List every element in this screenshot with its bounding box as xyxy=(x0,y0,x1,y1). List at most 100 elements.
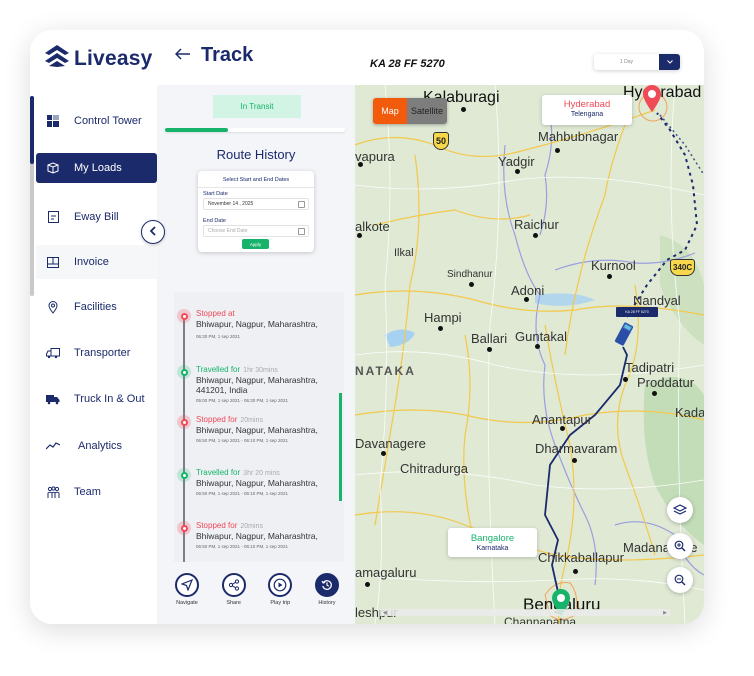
control-tower-icon xyxy=(46,114,60,128)
sidebar-item-label: Control Tower xyxy=(74,115,142,127)
city-dot xyxy=(358,162,363,167)
map-type-toggle: Map Satellite xyxy=(373,98,447,124)
status-badge: In Transit xyxy=(213,95,301,118)
origin-info-card[interactable]: Hyderabad Telengana xyxy=(542,95,632,125)
event-type: Stopped for xyxy=(196,415,238,424)
end-date-field[interactable]: Choose End Date xyxy=(203,225,309,237)
calendar-icon[interactable] xyxy=(298,201,305,208)
map-label-raichur: Raichur xyxy=(514,217,559,232)
truck-tag: KA 28 FF 5270 xyxy=(616,307,658,317)
sidebar-item-label: Team xyxy=(74,486,101,498)
scroll-right-icon[interactable]: ▶ xyxy=(663,610,667,616)
sidebar-item-my-loads[interactable]: My Loads xyxy=(36,153,157,183)
start-date-value: November 14 , 2025 xyxy=(208,201,254,207)
zoom-out-icon xyxy=(674,574,686,586)
map-label-dharmavaram: Dharmavaram xyxy=(535,441,618,456)
action-label: History xyxy=(318,600,336,606)
city-dot xyxy=(357,233,362,238)
play-trip-button[interactable]: Play trip xyxy=(260,573,300,606)
timeline-scrollbar[interactable] xyxy=(339,393,342,501)
scroll-left-icon[interactable]: ◀ xyxy=(383,610,387,616)
share-button[interactable]: Share xyxy=(214,573,254,606)
event-duration: 20mins xyxy=(240,417,263,424)
vehicle-number: KA 28 FF 5270 xyxy=(370,58,445,70)
sidebar-item-label: Analytics xyxy=(78,440,123,452)
chevron-left-icon xyxy=(149,223,157,241)
action-label: Navigate xyxy=(176,600,198,606)
sidebar-item-team[interactable]: Team xyxy=(36,477,157,507)
map-type-map[interactable]: Map xyxy=(373,98,407,124)
sidebar-item-label: Facilities xyxy=(74,301,117,313)
map-label-alkote: alkote xyxy=(355,219,390,234)
city-dot xyxy=(573,569,578,574)
map-label-kurnool: Kurnool xyxy=(591,258,636,273)
truck-outline-icon xyxy=(46,346,60,360)
box-icon xyxy=(46,161,60,175)
layers-icon xyxy=(673,504,687,515)
sidebar-item-transporter[interactable]: Transporter xyxy=(36,338,157,368)
map-label-anantapur: Anantapur xyxy=(532,412,592,427)
truck-icon xyxy=(46,392,60,406)
end-date-label: End Date xyxy=(203,218,226,224)
map-type-satellite[interactable]: Satellite xyxy=(407,98,447,124)
navigate-button[interactable]: Navigate xyxy=(167,573,207,606)
highway-shield-50: 50 xyxy=(433,132,450,150)
app-window: Liveasy Control Tower My Loads Eway Bill xyxy=(30,30,704,624)
zoom-in-button[interactable] xyxy=(667,533,693,559)
event-address: Bhiwapur, Nagpur, Maharashtra, xyxy=(196,478,318,488)
event-duration: 3hr 20 mins xyxy=(243,470,280,477)
event-time: 06:30 PM, 1 sep 2021 xyxy=(196,334,241,339)
end-date-placeholder: Choose End Date xyxy=(208,228,248,234)
sidebar-item-invoice[interactable]: Invoice xyxy=(36,245,157,279)
back-button[interactable] xyxy=(174,47,191,65)
event-address: Bhiwapur, Nagpur, Maharashtra, xyxy=(196,531,318,541)
time-range-select[interactable]: 1 Day xyxy=(594,54,680,70)
city-dot xyxy=(438,326,443,331)
city-dot xyxy=(524,297,529,302)
event-type: Travelled for xyxy=(196,468,241,477)
sidebar-item-facilities[interactable]: Facilities xyxy=(36,292,157,322)
calendar-icon[interactable] xyxy=(298,228,305,235)
map-layers-button[interactable] xyxy=(667,497,693,523)
sidebar-item-truck-in-out[interactable]: Truck In & Out xyxy=(36,384,157,414)
travel-marker-icon xyxy=(177,365,191,379)
stop-marker-icon xyxy=(177,309,191,323)
document-icon xyxy=(46,210,60,224)
destination-info-card[interactable]: Bangalore Karnataka xyxy=(448,528,537,557)
start-date-field[interactable]: November 14 , 2025 xyxy=(203,198,309,210)
arrow-left-icon xyxy=(174,47,190,60)
action-label: Share xyxy=(226,600,241,606)
collapse-sidebar-button[interactable] xyxy=(141,220,165,244)
sidebar-scrollbar-thumb[interactable] xyxy=(30,96,34,164)
route-history-title: Route History xyxy=(216,147,296,162)
sidebar-item-analytics[interactable]: Analytics xyxy=(36,431,157,461)
map-label-tadipatri: Tadipatri xyxy=(625,360,675,375)
event-time: 06:50 PM, 1 sep 2021 - 06:10 PM, 1 sep 2… xyxy=(196,438,289,443)
route-history-timeline[interactable]: Stopped at Bhiwapur, Nagpur, Maharashtra… xyxy=(174,292,344,562)
map-view[interactable]: Kalaburagi Hyderabad Mahbubnagar Yadgir … xyxy=(355,85,704,624)
city-dot xyxy=(607,274,612,279)
sidebar-item-eway-bill[interactable]: Eway Bill xyxy=(36,202,157,232)
event-duration: 20mins xyxy=(240,523,263,530)
liveasy-logo-icon xyxy=(44,44,70,73)
apply-button[interactable]: Apply xyxy=(242,239,269,249)
action-label: Play trip xyxy=(270,600,291,606)
map-horizontal-scrollbar[interactable]: ◀ ▶ xyxy=(380,609,670,616)
page-title: Track xyxy=(201,44,254,66)
time-range-value: 1 Day xyxy=(619,59,634,65)
sidebar-item-control-tower[interactable]: Control Tower xyxy=(36,106,157,136)
destination-pin-icon[interactable] xyxy=(551,589,571,622)
share-icon xyxy=(221,573,246,597)
history-button[interactable]: History xyxy=(307,573,347,606)
map-label-adoni: Adoni xyxy=(511,283,545,298)
time-range-dropdown-button[interactable] xyxy=(659,54,680,70)
map-label-proddatur: Proddatur xyxy=(637,375,695,390)
logo[interactable]: Liveasy xyxy=(44,44,152,73)
zoom-in-icon xyxy=(674,540,686,552)
destination-name: Bangalore xyxy=(470,533,515,544)
city-dot xyxy=(365,582,370,587)
sidebar: Liveasy Control Tower My Loads Eway Bill xyxy=(30,30,157,624)
origin-pin-icon[interactable] xyxy=(642,85,662,118)
zoom-out-button[interactable] xyxy=(667,567,693,593)
truck-marker-icon[interactable] xyxy=(613,321,635,352)
